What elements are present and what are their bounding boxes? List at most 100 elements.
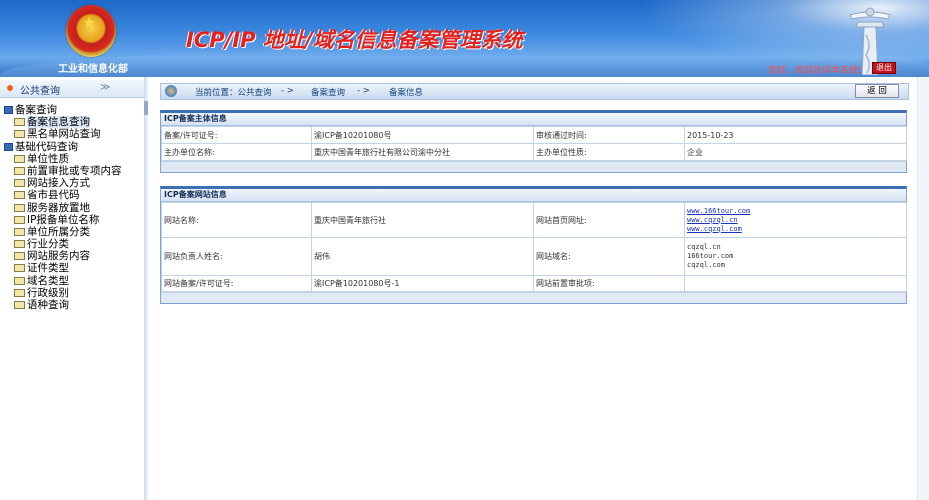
table-row: 网站负责人姓名: 胡伟 网站域名: cqzql.cn 166tour.com c… xyxy=(161,237,907,276)
domain-item: cqzql.com xyxy=(687,261,725,269)
folder-icon xyxy=(4,106,13,114)
owner-value: 胡伟 xyxy=(311,237,534,276)
tree-item[interactable]: 单位性质 xyxy=(4,153,122,165)
sidebar-title: 公共查询 xyxy=(20,86,60,97)
domain-list: cqzql.cn 166tour.com cqzql.com xyxy=(684,237,907,276)
document-icon xyxy=(14,240,25,249)
domain-label: 网站域名: xyxy=(533,237,685,276)
document-icon xyxy=(14,130,25,139)
document-icon xyxy=(14,215,25,224)
sponsor-name-label: 主办单位名称: xyxy=(161,143,312,161)
tree-item-label: 语种查询 xyxy=(27,299,69,311)
sidebar-header[interactable]: 公共查询 ≫ xyxy=(0,80,144,98)
panel-footer xyxy=(161,161,906,172)
document-icon xyxy=(14,154,25,163)
site-license-value: 渝ICP备10201080号-1 xyxy=(311,275,534,292)
tree-item[interactable]: IP报备单位名称 xyxy=(4,214,122,226)
tree-item-label: 单位所属分类 xyxy=(27,225,90,238)
tree-item[interactable]: 行政级别 xyxy=(4,287,122,299)
panel-title: ICP备案主体信息 xyxy=(161,113,906,126)
collapse-chevron-icon[interactable]: ≫ xyxy=(100,82,110,93)
tree-item[interactable]: 前置审批或专项内容 xyxy=(4,165,122,177)
homepage-link[interactable]: www.166tour.com xyxy=(687,207,904,216)
tree-item-label: 黑名单网站查询 xyxy=(27,128,101,141)
tree-item-label: 证件类型 xyxy=(27,262,69,275)
tree-item-label: 单位性质 xyxy=(27,152,69,165)
panel-title: ICP备案网站信息 xyxy=(161,189,906,202)
tree-item-label: 网站接入方式 xyxy=(27,177,90,190)
tree-item-label: 网站服务内容 xyxy=(27,250,90,263)
breadcrumb-separator: - > xyxy=(281,86,294,96)
document-icon xyxy=(14,118,25,127)
domain-item: 166tour.com xyxy=(687,252,734,260)
header-banner: 工业和信息化部 ICP/IP 地址/域名信息备案管理系统 您好，欢迎访问本系统!… xyxy=(0,0,929,77)
ministry-name: 工业和信息化部 xyxy=(58,64,128,75)
tree-item[interactable]: 行业分类 xyxy=(4,238,122,250)
tree-item[interactable]: 证件类型 xyxy=(4,262,122,274)
tree-item-label: IP报备单位名称 xyxy=(27,213,100,226)
welcome-message: 您好，欢迎访问本系统! xyxy=(768,66,862,76)
homepage-label: 网站首页网址: xyxy=(533,202,685,238)
breadcrumb-separator: - > xyxy=(357,86,370,96)
site-name-label: 网站名称: xyxy=(161,202,312,238)
domain-item: cqzql.cn xyxy=(687,243,721,251)
tree-item[interactable]: 网站服务内容 xyxy=(4,250,122,262)
document-icon xyxy=(14,203,25,212)
back-button[interactable]: 返 回 xyxy=(855,84,899,98)
document-icon xyxy=(14,227,25,236)
tree-folder[interactable]: 备案查询 xyxy=(4,104,122,116)
tree-item[interactable]: 省市县代码 xyxy=(4,189,122,201)
icp-site-panel: ICP备案网站信息 网站名称: 重庆中国青年旅行社 网站首页网址: www.16… xyxy=(160,186,907,304)
panel-footer xyxy=(161,292,906,303)
logout-button[interactable]: 退出 xyxy=(872,62,896,74)
license-value: 渝ICP备10201080号 xyxy=(311,126,534,144)
tree-item[interactable]: 语种查询 xyxy=(4,299,122,311)
folder-icon xyxy=(4,142,13,151)
breadcrumb-record-query[interactable]: 备案查询 xyxy=(311,86,345,98)
national-emblem-logo xyxy=(66,5,116,57)
document-icon xyxy=(14,166,25,175)
tree-item-label: 服务器放置地 xyxy=(27,201,90,214)
tree-item-label: 行业分类 xyxy=(27,238,69,251)
site-name-value: 重庆中国青年旅行社 xyxy=(311,202,534,238)
sponsor-name-value: 重庆中国青年旅行社有限公司渝中分社 xyxy=(311,143,534,161)
document-icon xyxy=(14,179,25,188)
document-icon xyxy=(14,264,25,273)
approval-time-value: 2015-10-23 xyxy=(684,126,907,144)
window-edge xyxy=(917,77,929,500)
system-title: ICP/IP 地址/域名信息备案管理系统 xyxy=(186,28,523,52)
table-row: 网站备案/许可证号: 渝ICP备10201080号-1 网站前置审批项: xyxy=(161,275,907,292)
document-icon xyxy=(14,276,25,285)
tree-item[interactable]: 黑名单网站查询 xyxy=(4,128,122,140)
tree-item-label: 基础代码查询 xyxy=(15,140,78,153)
breadcrumb: 当前位置：公共查询 - > 备案查询 - > 备案信息 xyxy=(160,83,909,100)
breadcrumb-record-info: 备案信息 xyxy=(389,88,424,98)
homepage-link[interactable]: www.cqzql.cn xyxy=(687,216,904,225)
bullet-icon xyxy=(7,85,13,91)
tree-item-label: 域名类型 xyxy=(27,274,69,287)
tree-folder[interactable]: 基础代码查询 xyxy=(4,141,122,153)
sidebar: 公共查询 ≫ 备案查询 备案信息查询 黑名单网站查询 基础代码查询 单位性质 前置审批或专… xyxy=(0,77,145,500)
tree-item[interactable]: 域名类型 xyxy=(4,275,122,287)
tree-item[interactable]: 网站接入方式 xyxy=(4,177,122,189)
tree-item[interactable]: 单位所属分类 xyxy=(4,226,122,238)
navigation-tree: 备案查询 备案信息查询 黑名单网站查询 基础代码查询 单位性质 前置审批或专项内容 网站接入… xyxy=(4,104,122,311)
tree-item-label: 省市县代码 xyxy=(27,189,80,202)
tree-item-label: 备案信息查询 xyxy=(27,116,90,129)
document-icon xyxy=(14,252,25,261)
preapproval-label: 网站前置审批项: xyxy=(533,275,685,292)
tree-item[interactable]: 备案信息查询 xyxy=(4,116,122,129)
table-row: 网站名称: 重庆中国青年旅行社 网站首页网址: www.166tour.com … xyxy=(161,202,907,238)
tree-item[interactable]: 服务器放置地 xyxy=(4,202,122,214)
icp-subject-panel: ICP备案主体信息 备案/许可证号: 渝ICP备10201080号 审核通过时间… xyxy=(160,110,907,173)
sponsor-type-label: 主办单位性质: xyxy=(533,143,685,161)
site-table: 网站名称: 重庆中国青年旅行社 网站首页网址: www.166tour.com … xyxy=(161,202,907,292)
table-row: 备案/许可证号: 渝ICP备10201080号 审核通过时间: 2015-10-… xyxy=(161,126,907,144)
homepage-link[interactable]: www.cqzql.com xyxy=(687,225,904,234)
document-icon xyxy=(14,191,25,200)
owner-label: 网站负责人姓名: xyxy=(161,237,312,276)
homepage-links: www.166tour.com www.cqzql.cn www.cqzql.c… xyxy=(684,202,907,238)
table-row: 主办单位名称: 重庆中国青年旅行社有限公司渝中分社 主办单位性质: 企业 xyxy=(161,143,907,161)
document-icon xyxy=(14,288,25,297)
approval-time-label: 审核通过时间: xyxy=(533,126,685,144)
